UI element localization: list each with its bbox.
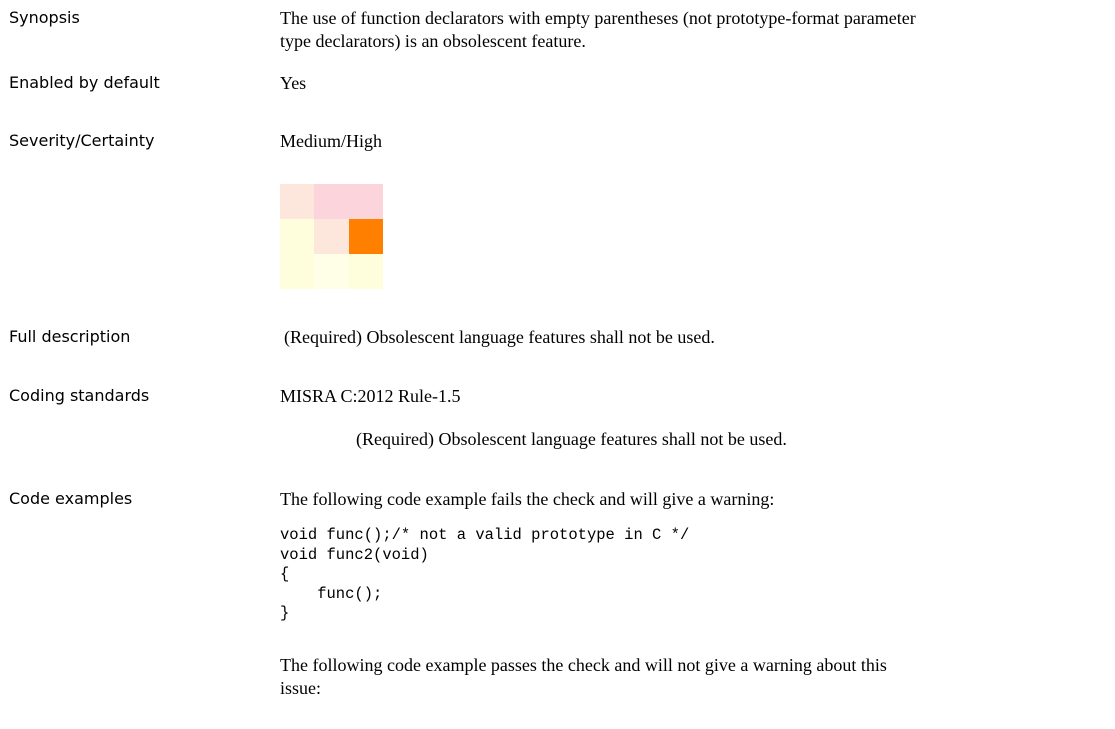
severity-value: Medium/High [280, 131, 382, 151]
enabled-value: Yes [280, 73, 307, 93]
pass-example-intro-line-2: issue: [280, 678, 322, 698]
severity-cell [280, 184, 314, 219]
full-description-value: (Required) Obsolescent language features… [284, 327, 715, 347]
enabled-label: Enabled by default [9, 73, 160, 92]
severity-cell [314, 254, 349, 289]
severity-cell-highlight [349, 219, 383, 254]
full-description-label: Full description [9, 327, 131, 346]
severity-cell [349, 254, 383, 289]
code-examples-label: Code examples [9, 489, 133, 508]
fail-code-block: void func();/* not a valid prototype in … [280, 526, 690, 622]
pass-example-intro-line-1: The following code example passes the ch… [280, 655, 887, 675]
fail-example-intro: The following code example fails the che… [280, 489, 775, 509]
coding-standard-name: MISRA C:2012 Rule-1.5 [280, 386, 461, 406]
severity-certainty-matrix [280, 184, 383, 289]
synopsis-label: Synopsis [9, 8, 80, 27]
severity-cell [280, 254, 314, 289]
synopsis-line-2: type declarators) is an obsolescent feat… [280, 31, 586, 51]
severity-cell [314, 184, 349, 219]
severity-cell [349, 184, 383, 219]
severity-label: Severity/Certainty [9, 131, 155, 150]
severity-cell [280, 219, 314, 254]
rule-page: Synopsis The use of function declarators… [0, 0, 1115, 729]
synopsis-line-1: The use of function declarators with emp… [280, 8, 916, 28]
severity-cell [314, 219, 349, 254]
coding-standards-label: Coding standards [9, 386, 150, 405]
coding-standard-detail: (Required) Obsolescent language features… [356, 429, 787, 449]
